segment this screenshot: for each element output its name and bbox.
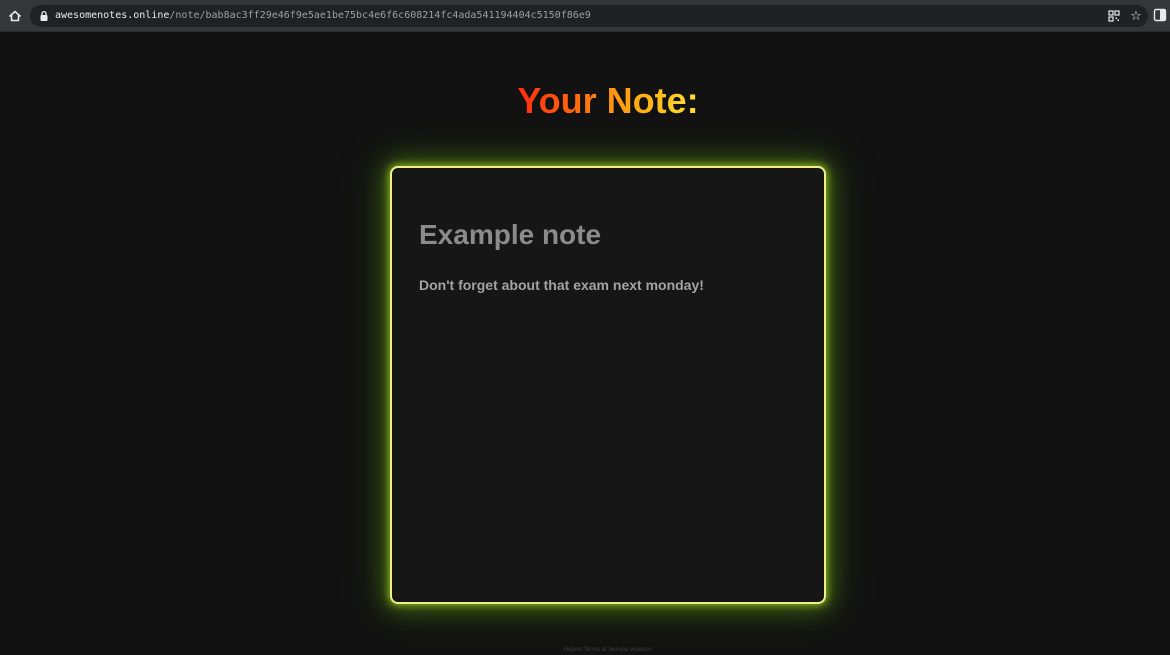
home-button[interactable] [6, 7, 24, 25]
star-icon: ☆ [1130, 8, 1142, 23]
url-path: /note/bab8ac3ff29e46f9e5ae1be75bc4e6f6c6… [169, 10, 591, 21]
page-title-text: Your Note: [517, 80, 699, 121]
qr-code-button[interactable] [1106, 8, 1122, 24]
bookmark-star-button[interactable]: ☆ [1128, 8, 1144, 24]
url-domain: awesomenotes.online [55, 10, 170, 21]
note-title: Example note [419, 219, 602, 250]
report-tos-violation-link[interactable]: Report Terms of Service violation [0, 646, 1170, 654]
address-bar[interactable]: awesomenotes.online/note/bab8ac3ff29e46f… [30, 5, 1148, 27]
page-title: Your Note: [0, 80, 1170, 122]
note-body: Don't forget about that exam next monday… [419, 277, 704, 293]
lock-icon [40, 10, 48, 21]
browser-toolbar: awesomenotes.online/note/bab8ac3ff29e46f… [0, 0, 1170, 32]
home-icon [9, 10, 21, 22]
note-card: Example note Don't forget about that exa… [390, 166, 826, 604]
side-panel-icon[interactable] [1153, 8, 1167, 22]
url-text[interactable]: awesomenotes.online/note/bab8ac3ff29e46f… [55, 9, 591, 23]
qr-code-icon [1108, 10, 1120, 22]
